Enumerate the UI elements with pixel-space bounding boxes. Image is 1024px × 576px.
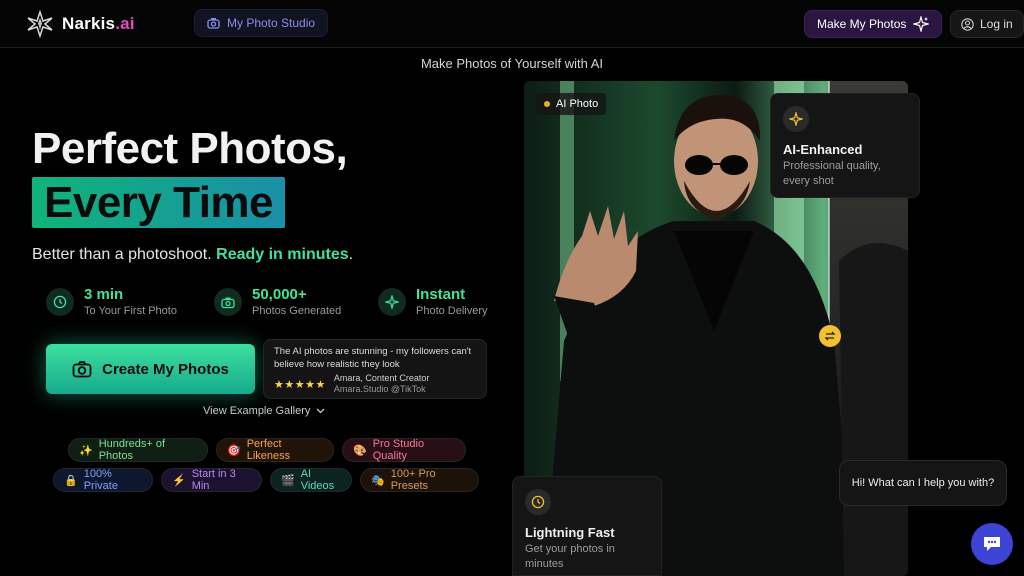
make-my-photos-button[interactable]: Make My Photos xyxy=(804,10,943,38)
sparkle-icon xyxy=(913,16,930,32)
camera-icon xyxy=(207,18,220,29)
stat-value: 3 min xyxy=(84,286,124,303)
stat-value: Instant xyxy=(416,286,466,303)
chip-private: 🔒 100% Private xyxy=(53,468,153,492)
testimonial-author: Amara, Content Creator xyxy=(333,373,430,383)
login-button[interactable]: Log in xyxy=(950,10,1024,38)
stat-first-photo: 3 min To Your First Photo xyxy=(46,286,177,317)
sparkle-icon xyxy=(783,106,809,132)
chip-pro-presets: 🎭 100+ Pro Presets xyxy=(360,468,479,492)
view-example-gallery-link[interactable]: View Example Gallery xyxy=(203,405,325,417)
page-subheading: Make Photos of Yourself with AI xyxy=(420,56,604,71)
chip-ai-videos: 🎬 AI Videos xyxy=(270,468,352,492)
chip-perfect-likeness: 🎯 Perfect Likeness xyxy=(216,438,334,462)
testimonial-card: The AI photos are stunning - my follower… xyxy=(263,339,487,399)
camera-icon xyxy=(214,288,242,316)
card-title: Lightning Fast xyxy=(525,525,615,540)
hero-title-line1: Perfect Photos, xyxy=(32,124,348,173)
chip-hundreds-photos: ✨ Hundreds+ of Photos xyxy=(68,438,208,462)
gallery-link-label: View Example Gallery xyxy=(203,405,311,417)
testimonial-quote: The AI photos are stunning - my follower… xyxy=(274,346,472,370)
lightning-fast-card: Lightning Fast Get your photos in minutes xyxy=(512,476,662,576)
card-title: AI-Enhanced xyxy=(783,142,863,157)
hero-tagline: Better than a photoshoot. Ready in minut… xyxy=(32,246,354,263)
chat-icon xyxy=(984,537,1000,551)
rating-stars: ★★★★★ xyxy=(274,378,326,391)
stat-instant-delivery: Instant Photo Delivery xyxy=(378,286,488,317)
sparkle-icon xyxy=(378,288,406,316)
hero-title-line2: Every Time xyxy=(44,178,274,227)
hero-title-highlight: Every Time xyxy=(32,177,286,228)
studio-label: My Photo Studio xyxy=(227,16,316,30)
site-header: Narkis.ai My Photo Studio Make My Photos… xyxy=(0,0,1024,48)
login-label: Log in xyxy=(980,17,1013,31)
logo-mark-icon xyxy=(27,10,53,38)
logo[interactable]: Narkis.ai xyxy=(26,10,135,38)
my-photo-studio-button[interactable]: My Photo Studio xyxy=(194,9,329,37)
stat-value: 50,000+ xyxy=(252,286,307,303)
create-my-photos-button[interactable]: Create My Photos xyxy=(46,344,255,394)
ai-photo-badge: AI Photo xyxy=(536,93,607,115)
make-label: Make My Photos xyxy=(817,17,907,31)
status-dot-icon xyxy=(544,101,550,107)
clock-icon xyxy=(46,288,74,316)
user-icon xyxy=(961,17,974,31)
clock-icon xyxy=(525,489,551,515)
compare-slider-handle[interactable] xyxy=(819,325,841,347)
chat-greeting-text: Hi! What can I help you with? xyxy=(851,477,995,489)
stat-photos-generated: 50,000+ Photos Generated xyxy=(214,286,341,317)
chip-pro-studio-quality: 🎨 Pro Studio Quality xyxy=(342,438,466,462)
card-description: Professional quality, every shot xyxy=(783,160,881,187)
stat-label: Photos Generated xyxy=(252,305,342,317)
chat-greeting-bubble[interactable]: Hi! What can I help you with? xyxy=(839,460,1007,506)
chevron-down-icon xyxy=(316,408,325,414)
camera-icon xyxy=(72,361,92,378)
ai-photo-label: AI Photo xyxy=(556,98,599,110)
chip-start-3-min: ⚡ Start in 3 Min xyxy=(161,468,262,492)
stat-label: Photo Delivery xyxy=(416,305,488,317)
cta-label: Create My Photos xyxy=(102,360,229,378)
swap-arrows-icon xyxy=(824,331,836,341)
chat-launcher-button[interactable] xyxy=(971,523,1013,565)
logo-text: Narkis.ai xyxy=(62,14,135,33)
stat-label: To Your First Photo xyxy=(84,305,177,317)
ai-enhanced-card: AI-Enhanced Professional quality, every s… xyxy=(770,93,920,198)
card-description: Get your photos in minutes xyxy=(525,543,615,570)
testimonial-handle: Amara.Studio @TikTok xyxy=(333,384,426,394)
